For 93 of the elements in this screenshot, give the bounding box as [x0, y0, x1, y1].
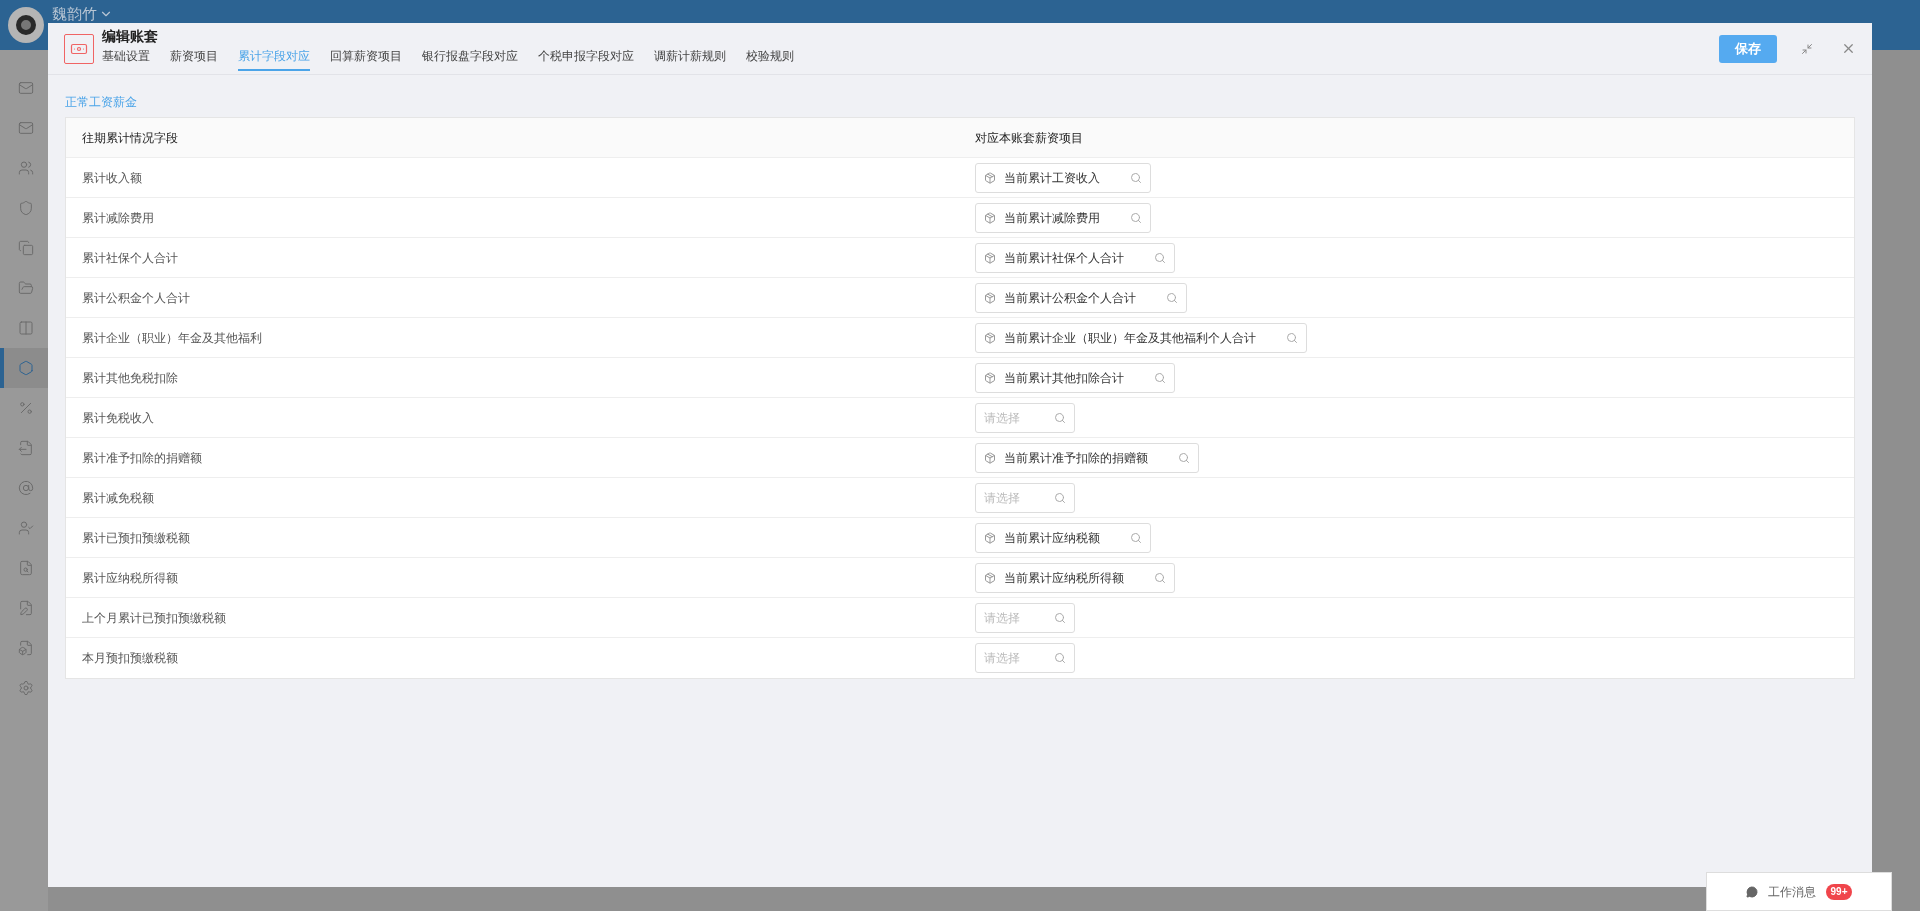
copy-icon: [18, 240, 34, 256]
file-edit-icon: [18, 600, 34, 616]
dialog-title: 编辑账套: [102, 26, 159, 45]
chat-icon: [1745, 885, 1758, 898]
tab[interactable]: 基础设置: [102, 46, 150, 71]
select-field[interactable]: 当前累计公积金个人合计: [975, 282, 1187, 313]
search-icon[interactable]: [1130, 531, 1142, 544]
users-icon: [18, 160, 34, 176]
item-icon: [984, 171, 996, 184]
dialog-icon: [64, 33, 94, 64]
file-icon: [18, 640, 34, 656]
search-icon[interactable]: [1130, 211, 1142, 224]
field-placeholder: 请选择: [984, 489, 1020, 507]
field-value: 当前累计准予扣除的捐赠额: [1004, 449, 1148, 467]
table-cell-text: 累计公积金个人合计: [81, 289, 191, 307]
field-value: 当前累计其他扣除合计: [1004, 369, 1124, 387]
search-icon[interactable]: [1166, 291, 1178, 304]
table-cell-text: 本月预扣预缴税额: [81, 650, 179, 667]
search-icon[interactable]: [1054, 611, 1066, 624]
search-icon[interactable]: [1130, 171, 1142, 184]
table-cell-text: 累计减除费用: [81, 209, 155, 227]
unread-count: 99+: [1825, 883, 1853, 900]
table-cell-text: 累计社保个人合计: [81, 249, 179, 267]
search-icon[interactable]: [1154, 371, 1166, 384]
field-value: 当前累计减除费用: [1004, 209, 1100, 227]
search-icon[interactable]: [1054, 411, 1066, 424]
file-search-icon: [18, 560, 34, 576]
field-placeholder: 请选择: [984, 409, 1020, 427]
select-field[interactable]: 当前累计工资收入: [975, 162, 1151, 193]
tab[interactable]: 薪资项目: [170, 46, 218, 71]
field-value: 当前累计工资收入: [1004, 169, 1100, 187]
search-icon[interactable]: [1178, 451, 1190, 464]
column-header: 对应本账套薪资项目: [974, 129, 1084, 147]
sidebar-item[interactable]: [0, 348, 48, 388]
search-icon[interactable]: [1154, 571, 1166, 584]
user-menu[interactable]: 魏韵竹: [52, 2, 113, 26]
tab[interactable]: 校验规则: [746, 46, 794, 71]
item-icon: [984, 291, 996, 304]
tab[interactable]: 调薪计薪规则: [654, 46, 726, 71]
folder-icon: [18, 280, 34, 296]
select-field[interactable]: 当前累计准予扣除的捐赠额: [975, 442, 1199, 473]
at-sign-icon: [18, 480, 34, 496]
select-field[interactable]: 当前累计应纳税额: [975, 522, 1151, 553]
item-icon: [984, 331, 996, 344]
table-cell-text: 累计准予扣除的捐赠额: [81, 449, 203, 467]
select-field[interactable]: 当前累计其他扣除合计: [975, 362, 1175, 393]
search-icon[interactable]: [1286, 331, 1298, 344]
select-field[interactable]: 当前累计应纳税所得额: [975, 562, 1175, 593]
field-value: 当前累计应纳税额: [1004, 529, 1100, 547]
tab[interactable]: 个税申报字段对应: [538, 46, 634, 71]
table-cell-text: 上个月累计已预扣预缴税额: [81, 609, 227, 627]
table-cell-text: 累计减免税额: [81, 489, 155, 507]
search-icon[interactable]: [1054, 491, 1066, 504]
table-cell-text: 累计企业（职业）年金及其他福利: [81, 329, 263, 347]
columns-icon: [18, 320, 34, 336]
item-icon: [984, 451, 996, 464]
table-cell-text: 累计已预扣预缴税额: [81, 529, 191, 547]
column-header: 往期累计情况字段: [81, 129, 179, 147]
item-icon: [984, 371, 996, 384]
percent-icon: [18, 400, 34, 416]
message-label: 工作消息: [1767, 883, 1816, 901]
settings-icon: [18, 680, 34, 696]
item-icon: [984, 211, 996, 224]
collapse-icon[interactable]: [1801, 42, 1813, 55]
select-field[interactable]: 当前累计社保个人合计: [975, 242, 1175, 273]
tab[interactable]: 回算薪资项目: [330, 46, 402, 71]
search-icon[interactable]: [1154, 251, 1166, 264]
item-icon: [984, 531, 996, 544]
item-icon: [984, 571, 996, 584]
field-value: 当前累计公积金个人合计: [1004, 289, 1136, 307]
document-icon: [18, 440, 34, 456]
field-value: 当前累计企业（职业）年金及其他福利个人合计: [1004, 329, 1256, 347]
user-icon: [18, 520, 34, 536]
avatar[interactable]: [8, 7, 44, 43]
message-widget[interactable]: 工作消息 99+: [1706, 872, 1892, 911]
shield-icon: [18, 200, 34, 216]
close-icon[interactable]: [1841, 41, 1856, 56]
table-cell-text: 累计免税收入: [81, 409, 155, 427]
select-field[interactable]: 当前累计减除费用: [975, 202, 1151, 233]
mail-icon: [18, 120, 34, 136]
table-cell-text: 累计其他免税扣除: [81, 369, 179, 387]
field-value: 当前累计应纳税所得额: [1004, 569, 1124, 587]
search-icon[interactable]: [1054, 652, 1066, 664]
table-cell-text: 累计收入额: [81, 169, 143, 187]
field-value: 当前累计社保个人合计: [1004, 249, 1124, 267]
tab[interactable]: 银行报盘字段对应: [422, 46, 518, 71]
select-field[interactable]: 当前累计企业（职业）年金及其他福利个人合计: [975, 322, 1307, 353]
hexagon-icon: [18, 360, 34, 376]
field-placeholder: 请选择: [984, 609, 1020, 627]
mail-icon: [18, 80, 34, 96]
table-cell-text: 累计应纳税所得额: [81, 569, 179, 587]
item-icon: [984, 251, 996, 264]
field-placeholder: 请选择: [984, 650, 1020, 667]
